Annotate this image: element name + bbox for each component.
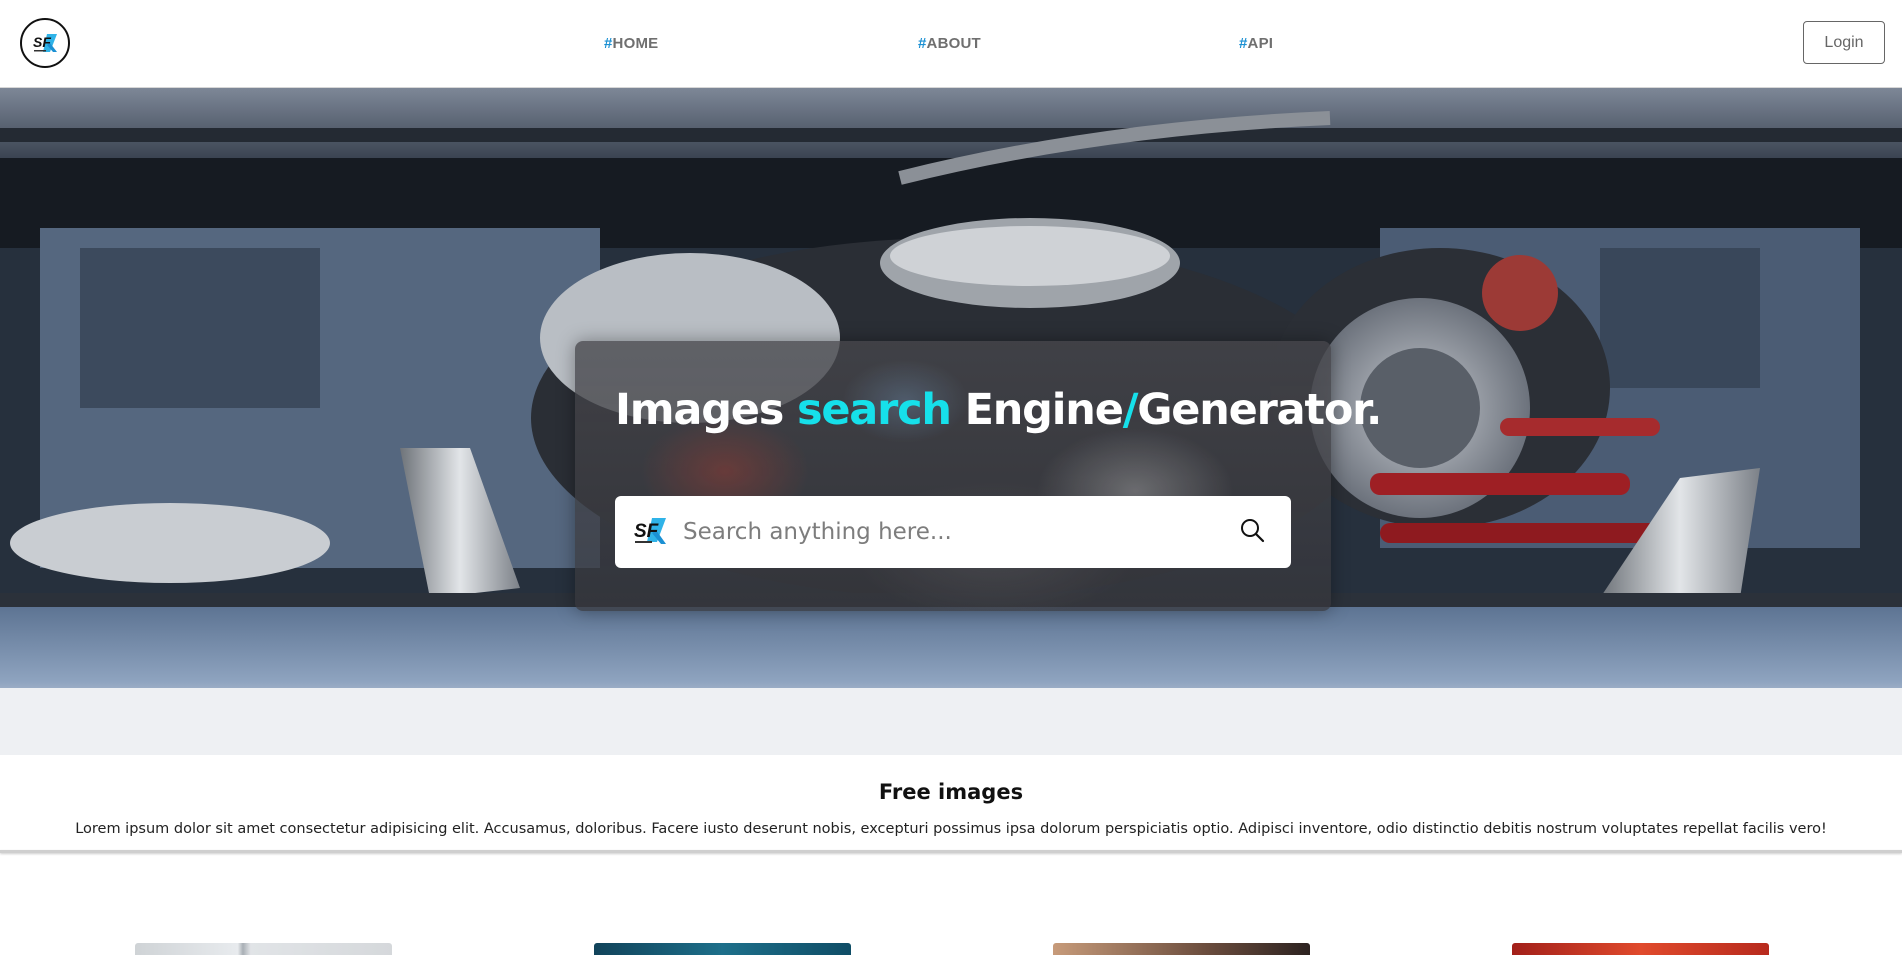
image-card-thumbnail[interactable] (594, 943, 851, 955)
login-button[interactable]: Login (1803, 21, 1885, 64)
nav-link-home[interactable]: #HOME (604, 35, 658, 52)
search-icon[interactable] (1238, 517, 1266, 545)
image-card-thumbnail[interactable] (1512, 943, 1769, 955)
hero-headline: Images search Engine/Generator. (615, 385, 1382, 435)
sf-logo-icon: SF (634, 518, 666, 544)
sf-logo-icon: SF (33, 34, 57, 52)
image-card-thumbnail[interactable] (1053, 943, 1310, 955)
svg-text:SF: SF (33, 34, 51, 50)
nav-hash: # (1239, 35, 1248, 52)
headline-slash: / (1122, 385, 1139, 435)
navbar: SF #HOME #ABOUT #API Login (0, 0, 1902, 88)
hero-banner: Images search Engine/Generator. SF (0, 88, 1902, 755)
headline-part-engine: Engine (950, 385, 1124, 435)
site-logo[interactable]: SF (20, 18, 70, 68)
nav-link-api[interactable]: #API (1239, 35, 1273, 52)
svg-text:SF: SF (634, 521, 660, 542)
section-divider (0, 850, 1902, 853)
free-images-description: Lorem ipsum dolor sit amet consectetur a… (75, 821, 1827, 837)
nav-hash: # (918, 35, 927, 52)
nav-label-about: ABOUT (926, 35, 981, 52)
image-card-thumbnail[interactable] (135, 943, 392, 955)
hero-search-panel: Images search Engine/Generator. SF (575, 341, 1382, 611)
headline-part-generator: Generator. (1137, 385, 1382, 435)
nav-label-home: HOME (612, 35, 659, 52)
search-input[interactable] (683, 510, 1223, 554)
nav-link-about[interactable]: #ABOUT (918, 35, 981, 52)
search-bar: SF (615, 496, 1291, 568)
nav-hash: # (604, 35, 613, 52)
nav-label-api: API (1247, 35, 1274, 52)
headline-part-images: Images (615, 385, 797, 435)
headline-part-search: search (796, 385, 952, 435)
free-images-title: Free images (878, 780, 1024, 804)
